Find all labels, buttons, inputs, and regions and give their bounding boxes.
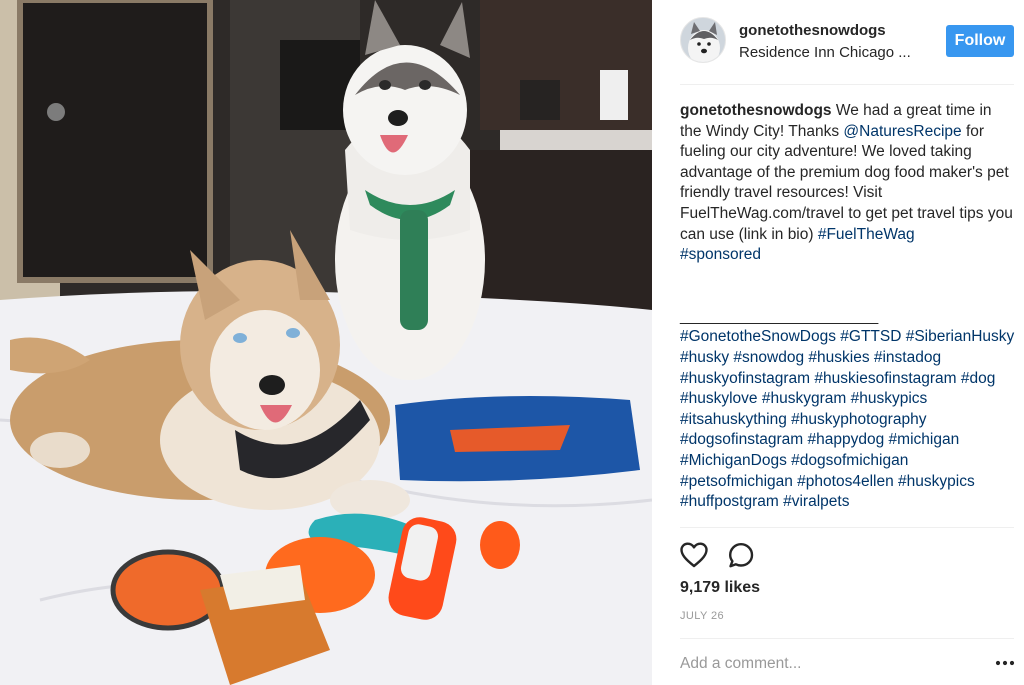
caption-hashtag-fuelthewag[interactable]: #FuelTheWag [818, 226, 915, 243]
comment-bubble-icon[interactable] [726, 540, 756, 570]
post-header: gonetothesnowdogs Residence Inn Chicago … [652, 0, 1024, 84]
more-options-icon[interactable] [994, 655, 1016, 671]
post-author-username[interactable]: gonetothesnowdogs [739, 22, 886, 39]
caption-text-part-2: for fueling our city adventure! We loved… [680, 122, 1013, 243]
heart-icon[interactable] [679, 540, 709, 570]
add-comment-input[interactable] [680, 652, 970, 676]
avatar[interactable] [680, 17, 726, 63]
caption-hashtag-sponsored[interactable]: #sponsored [680, 246, 761, 263]
post-date[interactable]: JULY 26 [680, 610, 724, 622]
caption-hashtags[interactable]: #GonetotheSnowDogs #GTTSD #SiberianHusky… [680, 327, 1016, 512]
comment-divider [680, 638, 1014, 639]
post-photo [0, 0, 652, 685]
post-caption: gonetothesnowdogs We had a great time in… [680, 101, 1016, 513]
header-divider [680, 84, 1014, 85]
likes-count[interactable]: 9,179 likes [680, 579, 760, 597]
follow-button[interactable]: Follow [946, 25, 1014, 57]
photo-of-two-huskies [0, 0, 652, 685]
caption-separator-line: _______________________ [680, 307, 879, 325]
avatar-husky-icon [681, 18, 725, 62]
post-location[interactable]: Residence Inn Chicago ... [739, 44, 911, 61]
post-details-panel: gonetothesnowdogs Residence Inn Chicago … [652, 0, 1024, 685]
caption-author[interactable]: gonetothesnowdogs [680, 102, 832, 119]
caption-mention-link[interactable]: @NaturesRecipe [843, 123, 961, 140]
actions-divider [680, 527, 1014, 528]
